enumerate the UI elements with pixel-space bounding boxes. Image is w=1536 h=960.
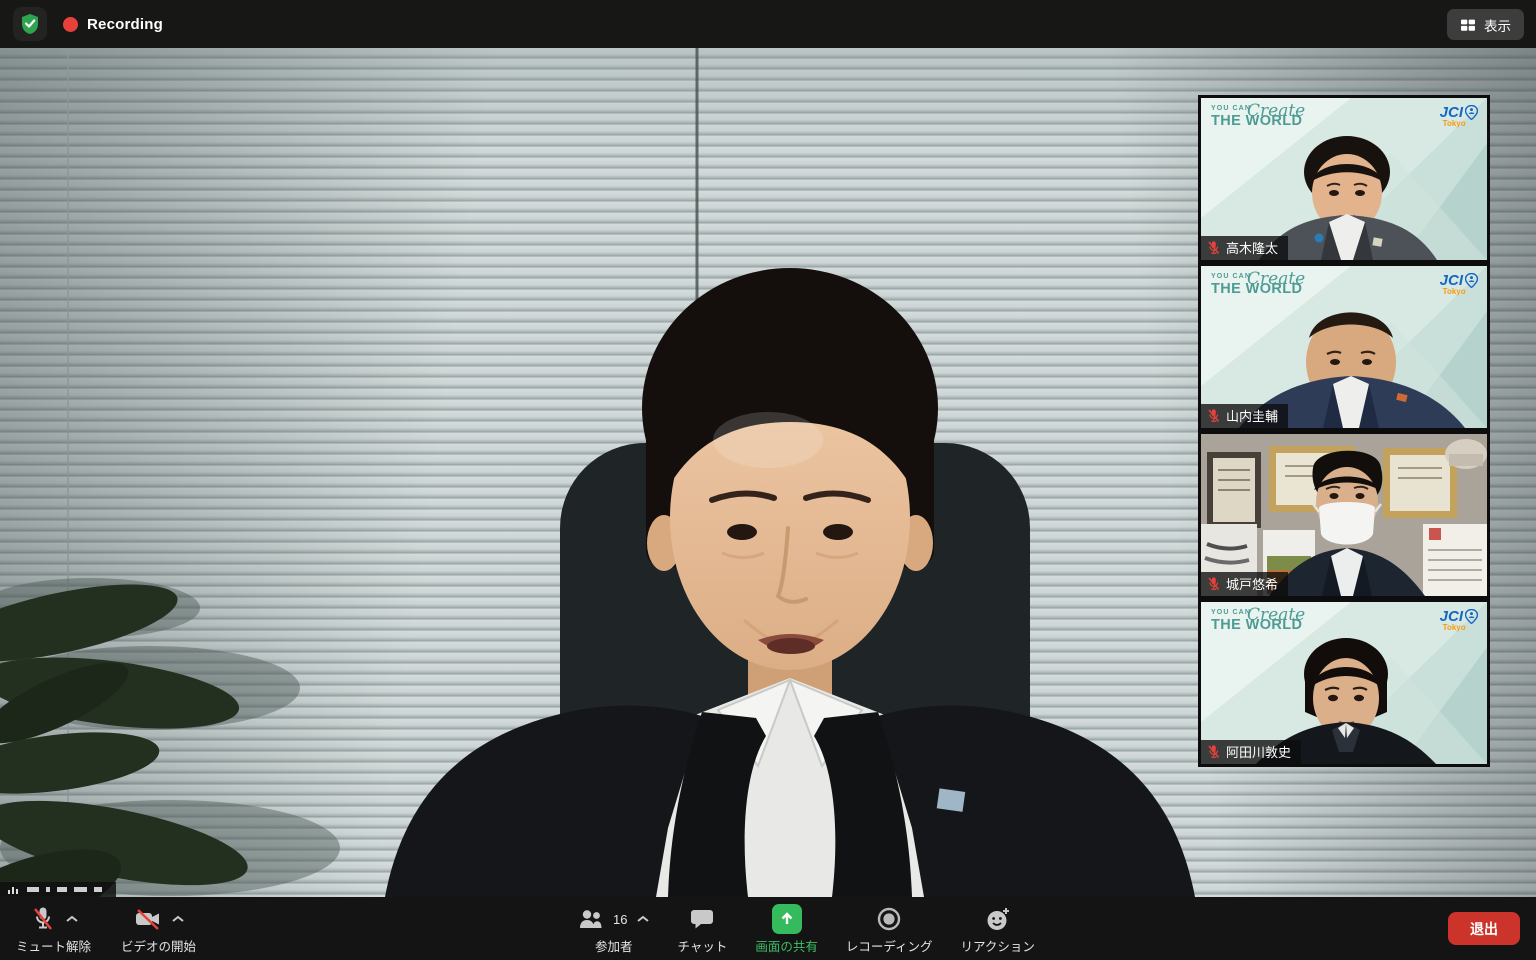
top-bar: Recording 表示 bbox=[0, 0, 1536, 48]
mic-muted-icon bbox=[30, 906, 56, 932]
zoom-meeting-window: Recording 表示 bbox=[0, 0, 1536, 960]
participants-label: 参加者 bbox=[595, 936, 633, 955]
chevron-up-icon[interactable] bbox=[172, 915, 184, 923]
participant-name: 阿田川敦史 bbox=[1226, 742, 1291, 761]
video-thumbnail-yamauchi[interactable]: YOU CAN Create THE WORLD JCI Tokyo bbox=[1198, 263, 1490, 431]
participants-icon bbox=[578, 908, 603, 930]
recording-label: Recording bbox=[87, 16, 163, 33]
jci-tokyo-logo: JCI Tokyo bbox=[1440, 104, 1478, 128]
participant-name: 城戸悠希 bbox=[1226, 574, 1278, 593]
jci-background-tagline: YOU CAN Create THE WORLD bbox=[1211, 273, 1302, 297]
video-thumbnail-atagawa[interactable]: YOU CAN Create THE WORLD JCI Tokyo bbox=[1198, 599, 1490, 767]
participant-name-tag: 阿田川敦史 bbox=[1201, 740, 1301, 764]
participant-name-tag: 山内圭輔 bbox=[1201, 404, 1288, 428]
main-participant-name-label-clipped bbox=[0, 882, 116, 897]
record-button[interactable]: レコーディング bbox=[846, 904, 933, 955]
view-button-label: 表示 bbox=[1484, 15, 1511, 35]
participants-button[interactable]: 16 参加者 bbox=[578, 904, 649, 955]
unmute-button[interactable]: ミュート解除 bbox=[16, 904, 91, 955]
muted-mic-icon bbox=[1207, 408, 1220, 423]
participant-name: 山内圭輔 bbox=[1226, 406, 1278, 425]
jci-pin-icon bbox=[1465, 105, 1478, 120]
jci-tokyo-logo: JCI Tokyo bbox=[1440, 608, 1478, 632]
muted-mic-icon bbox=[1207, 240, 1220, 255]
chevron-up-icon[interactable] bbox=[66, 915, 78, 923]
recording-dot-icon bbox=[63, 17, 78, 32]
participant-name-tag: 城戸悠希 bbox=[1201, 572, 1288, 596]
share-screen-icon bbox=[772, 904, 802, 934]
reactions-smiley-icon bbox=[985, 906, 1011, 932]
jci-pin-icon bbox=[1465, 273, 1478, 288]
shield-check-icon bbox=[20, 13, 40, 35]
jci-background-tagline: YOU CAN Create THE WORLD bbox=[1211, 105, 1302, 129]
jci-pin-icon bbox=[1465, 609, 1478, 624]
security-shield-button[interactable] bbox=[13, 7, 47, 41]
volume-bars-icon bbox=[8, 885, 20, 894]
muted-mic-icon bbox=[1207, 744, 1220, 759]
recording-indicator: Recording bbox=[63, 16, 163, 33]
start-video-button[interactable]: ビデオの開始 bbox=[121, 904, 196, 955]
start-video-label: ビデオの開始 bbox=[121, 936, 196, 955]
camera-muted-icon bbox=[134, 906, 162, 932]
meeting-toolbar: ミュート解除 ビデオの開始 bbox=[0, 897, 1536, 960]
record-label: レコーディング bbox=[846, 936, 933, 955]
leave-button[interactable]: 退出 bbox=[1448, 912, 1520, 945]
main-speaker-person bbox=[385, 268, 1195, 897]
unmute-label: ミュート解除 bbox=[16, 936, 91, 955]
chevron-up-icon[interactable] bbox=[637, 915, 649, 923]
participants-count: 16 bbox=[613, 912, 627, 927]
share-screen-button[interactable]: 画面の共有 bbox=[755, 904, 818, 955]
reactions-button[interactable]: リアクション bbox=[961, 904, 1035, 955]
view-button[interactable]: 表示 bbox=[1447, 9, 1524, 40]
participants-thumbnail-strip: YOU CAN Create THE WORLD JCI Tokyo bbox=[1198, 95, 1490, 767]
chat-bubble-icon bbox=[690, 908, 714, 931]
participant-name: 高木隆太 bbox=[1226, 238, 1278, 257]
participant-name-tag: 高木隆太 bbox=[1201, 236, 1288, 260]
reactions-label: リアクション bbox=[961, 936, 1035, 955]
record-circle-icon bbox=[876, 906, 902, 932]
muted-mic-icon bbox=[1207, 576, 1220, 591]
jci-background-tagline: YOU CAN Create THE WORLD bbox=[1211, 609, 1302, 633]
gallery-grid-icon bbox=[1460, 17, 1476, 33]
plant bbox=[0, 569, 254, 897]
share-screen-label: 画面の共有 bbox=[755, 936, 818, 955]
chat-button[interactable]: チャット bbox=[677, 904, 727, 955]
video-thumbnail-takagi[interactable]: YOU CAN Create THE WORLD JCI Tokyo bbox=[1198, 95, 1490, 263]
video-thumbnail-kido[interactable]: 城戸悠希 bbox=[1198, 431, 1490, 599]
chat-label: チャット bbox=[677, 936, 727, 955]
jci-tokyo-logo: JCI Tokyo bbox=[1440, 272, 1478, 296]
